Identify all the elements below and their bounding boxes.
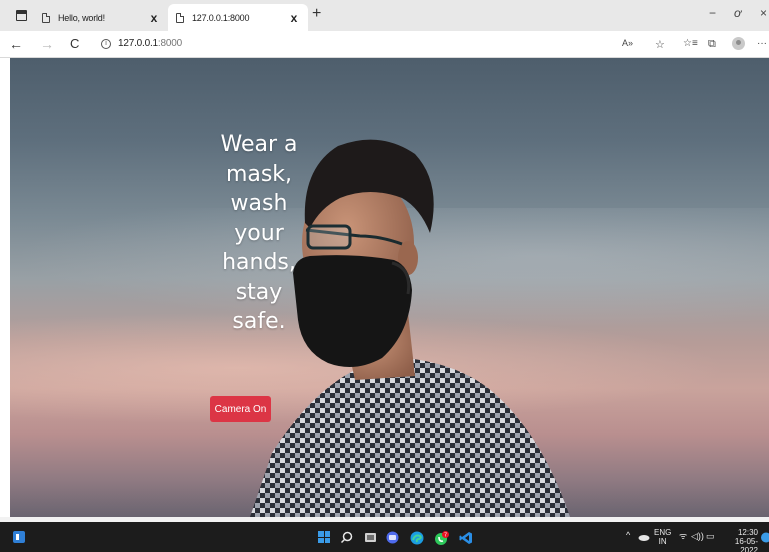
start-icon[interactable] [318, 531, 330, 543]
browser-window: Hello, world! x 127.0.0.1:8000 x + − ơ ×… [0, 0, 769, 552]
tab-close-icon[interactable]: x [146, 11, 162, 25]
collections-icon[interactable]: ⧉ [708, 38, 716, 51]
weather-cloud-icon[interactable] [638, 533, 650, 541]
whatsapp-badge: 7 [444, 533, 447, 539]
restore-button[interactable]: ơ [734, 6, 741, 20]
more-icon[interactable]: ··· [757, 38, 767, 49]
favorites-icon[interactable]: ☆≡ [683, 38, 698, 49]
volume-icon[interactable]: ◁)) [691, 532, 704, 541]
page-icon [42, 12, 50, 23]
address-toolbar: ← → C i 127.0.0.1:8000 A» ☆ ☆≡ ⧉ ··· [0, 31, 769, 58]
notification-icon[interactable] [760, 532, 769, 543]
tab-title: 127.0.0.1:8000 [192, 12, 250, 23]
taskbar: 7 ^ ENG IN ᯤ ◁)) ▭ 12:30 16-05-2022 [0, 522, 769, 552]
whatsapp-icon[interactable]: 7 [434, 531, 449, 546]
address-field[interactable]: 127.0.0.1:8000 [118, 38, 182, 49]
tab-close-icon[interactable]: x [286, 11, 302, 25]
hero-headline: Wear a mask, wash your hands, stay safe. [220, 132, 298, 334]
language-label: ENG [654, 528, 672, 537]
favorite-add-icon[interactable]: ☆ [655, 38, 665, 51]
edge-icon[interactable] [410, 531, 424, 545]
reload-button[interactable]: C [70, 35, 79, 53]
vscode-icon[interactable] [459, 531, 473, 545]
language-indicator[interactable]: ENG IN [654, 528, 671, 546]
page-icon [176, 12, 184, 23]
chat-icon[interactable] [386, 531, 399, 544]
tab-localhost[interactable]: 127.0.0.1:8000 x [168, 4, 308, 31]
battery-icon[interactable]: ▭ [706, 532, 715, 541]
close-window-button[interactable]: × [760, 6, 767, 20]
tab-strip: Hello, world! x 127.0.0.1:8000 x + − ơ × [0, 0, 769, 31]
site-info-icon[interactable]: i [101, 39, 111, 49]
profile-icon[interactable] [732, 37, 745, 50]
page-viewport: Wear a mask, wash your hands, stay safe.… [10, 58, 769, 517]
wifi-icon[interactable]: ᯤ [679, 532, 687, 541]
new-tab-button[interactable]: + [312, 5, 321, 23]
search-icon[interactable] [340, 531, 353, 544]
camera-on-button[interactable]: Camera On [210, 396, 271, 422]
url-host: 127.0.0.1 [118, 38, 158, 49]
region-label: IN [658, 537, 667, 546]
back-button[interactable]: ← [9, 35, 23, 53]
task-view-icon[interactable] [364, 531, 377, 544]
widgets-icon[interactable] [13, 531, 25, 543]
window-menu-icon[interactable] [16, 10, 27, 21]
read-aloud-icon[interactable]: A» [622, 38, 633, 48]
tab-title: Hello, world! [58, 12, 105, 23]
forward-button[interactable]: → [40, 35, 54, 53]
clock[interactable]: 12:30 16-05-2022 [720, 528, 758, 552]
url-port: :8000 [157, 38, 182, 49]
minimize-button[interactable]: − [709, 6, 716, 20]
tab-hello-world[interactable]: Hello, world! x [34, 4, 168, 31]
tray-overflow-chevron[interactable]: ^ [626, 531, 630, 540]
hero-photo [250, 139, 570, 517]
clock-time: 12:30 [737, 528, 758, 537]
clock-date: 16-05-2022 [734, 537, 758, 552]
